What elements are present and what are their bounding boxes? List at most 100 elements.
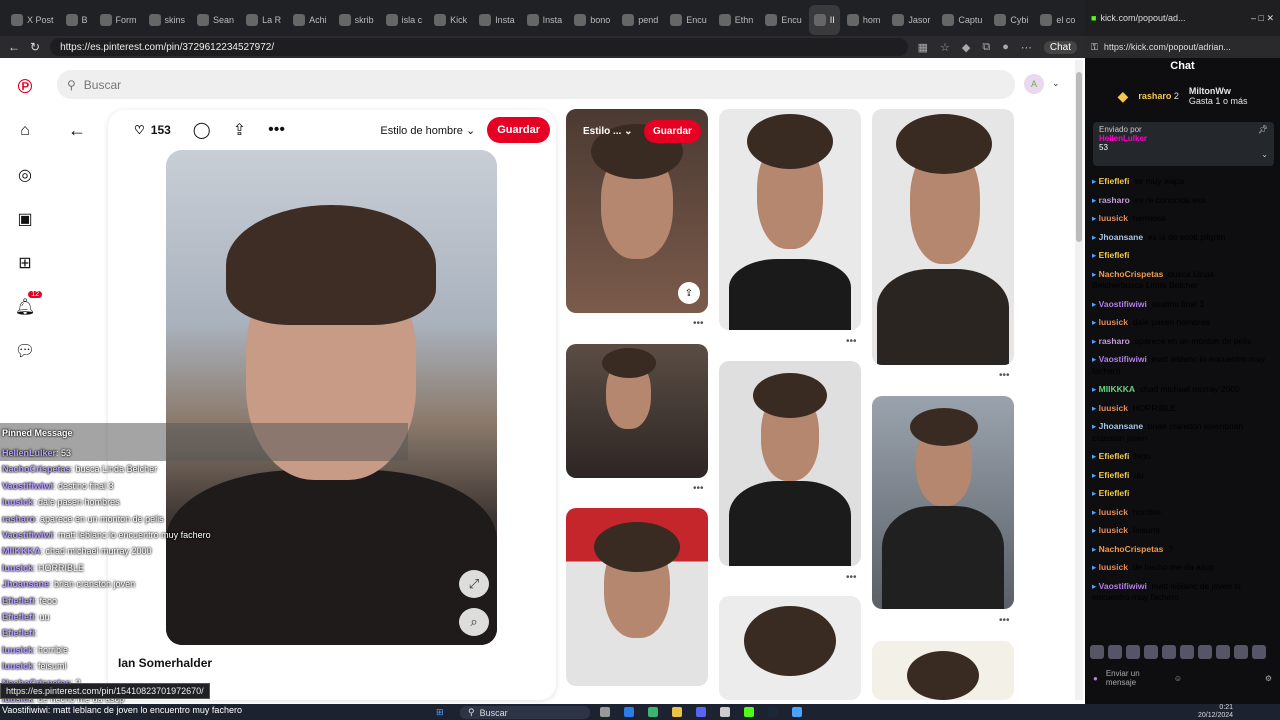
kick-window-controls[interactable]: – □ ✕ (1251, 13, 1274, 24)
chat-username[interactable]: luusick (1099, 525, 1128, 535)
browser-tab[interactable]: Sean (192, 5, 239, 35)
chat-username[interactable]: NachoCrispetas (1099, 544, 1164, 554)
edge-icon[interactable] (624, 707, 634, 717)
browser-tab[interactable]: II (808, 5, 840, 35)
emoji-icon[interactable]: ☺ (1174, 674, 1182, 683)
save-button[interactable]: Guardar (487, 117, 550, 143)
browser-tab[interactable]: hom (842, 5, 886, 35)
copilot-chat-button[interactable]: Chat (1043, 40, 1077, 54)
chat-username[interactable]: Jhoansane (1099, 232, 1143, 242)
kick-icon[interactable] (744, 707, 754, 717)
more-icon[interactable]: ••• (999, 615, 1010, 626)
explore-icon[interactable]: ◎ (14, 164, 36, 186)
browser-tab[interactable]: Encu (760, 5, 807, 35)
notifications-icon[interactable]: 🔔︎ 12 (14, 291, 42, 318)
browser-tab[interactable]: Encu (665, 5, 712, 35)
browser-tab[interactable]: X Post (6, 5, 59, 35)
mic-icon[interactable]: ● (1093, 674, 1098, 683)
taskview-icon[interactable] (600, 707, 610, 717)
chat-message[interactable]: ▸ rasharo: aparece en un monton de pelis (1092, 336, 1267, 348)
emote-icon[interactable] (1144, 645, 1158, 659)
browser-tab[interactable]: B (61, 5, 93, 35)
chat-message[interactable]: ▸ rasharo: es re conocida esa (1092, 195, 1267, 207)
emote-icon[interactable] (1126, 645, 1140, 659)
chevron-down-icon[interactable]: ⌄ (1052, 78, 1060, 89)
boards-icon[interactable]: ▣ (14, 208, 36, 230)
puzzle-icon[interactable]: ⧉ (982, 41, 990, 54)
chevron-down-icon[interactable]: ⌄ (1261, 150, 1268, 159)
kick-message-input[interactable]: ● Enviar un mensaje ☺ ⚙ (1085, 666, 1280, 690)
chrome-icon[interactable] (720, 707, 730, 717)
chat-message[interactable]: ▸ MIIKKKA: chad michael murray 2000 (1092, 384, 1267, 396)
browser-tab[interactable]: bono (569, 5, 615, 35)
reload-icon[interactable]: ↻ (30, 40, 40, 54)
leader-2[interactable]: MiltonWw Gasta 1 o más (1189, 86, 1248, 106)
chat-username[interactable]: Efieflefi (1099, 470, 1130, 480)
related-pin[interactable] (719, 109, 861, 330)
browser-tab[interactable]: Jasor (887, 5, 935, 35)
like-button[interactable]: ♡ 153 (134, 123, 171, 137)
pin-image[interactable]: ⤢ ⌕ (166, 150, 497, 645)
leader-1[interactable]: rasharo 2 (1138, 91, 1179, 101)
related-pin[interactable] (566, 344, 708, 478)
home-icon[interactable]: ⌂ (14, 120, 36, 142)
emote-icon[interactable] (1108, 645, 1122, 659)
chat-message[interactable]: ▸ Efieflefi: uu (1092, 470, 1267, 482)
more-icon[interactable]: ••• (999, 370, 1010, 381)
expand-icon[interactable]: ⤢ (459, 570, 489, 598)
chat-message[interactable]: ▸ Vaostifiwiwi: matt leblanc lo encuentr… (1092, 354, 1267, 377)
explorer-icon[interactable] (672, 707, 682, 717)
create-icon[interactable]: ⊞ (14, 252, 36, 274)
chat-username[interactable]: luusick (1099, 562, 1128, 572)
chat-message[interactable]: ▸ NachoCrispetas: busca Linda Belcherbus… (1092, 269, 1267, 292)
chat-message[interactable]: ▸ Efieflefi: (1092, 488, 1267, 500)
related-board-select[interactable]: Estilo ... ⌄ (583, 126, 633, 137)
browser-tab[interactable]: skins (144, 5, 191, 35)
emote-icon[interactable] (1180, 645, 1194, 659)
browser-tab[interactable]: Kick (429, 5, 472, 35)
related-pin[interactable] (566, 508, 708, 686)
chat-username[interactable]: Vaostifiwiwi (1099, 354, 1147, 364)
visual-search-icon[interactable]: ⌕ (459, 608, 489, 636)
chat-username[interactable]: Efieflefi (1099, 451, 1130, 461)
emote-icon[interactable] (1162, 645, 1176, 659)
chat-username[interactable]: Vaostifiwiwi (1099, 299, 1147, 309)
related-pin[interactable] (872, 396, 1014, 609)
chat-username[interactable]: luusick (1099, 403, 1128, 413)
chat-username[interactable]: MIIKKKA (1099, 384, 1135, 394)
chat-username[interactable]: Vaostifiwiwi (1099, 581, 1147, 591)
scroll-thumb[interactable] (1076, 72, 1082, 242)
browser-tab[interactable]: pend (617, 5, 663, 35)
browser-tab[interactable]: Insta (474, 5, 520, 35)
more-icon[interactable]: ••• (693, 318, 704, 329)
related-pin[interactable] (719, 361, 861, 566)
store-icon[interactable] (648, 707, 658, 717)
chat-message[interactable]: ▸ Jhoansane: brian cranston jovenbrian c… (1092, 421, 1267, 444)
browser-tab[interactable]: Form (95, 5, 142, 35)
discord-icon[interactable] (696, 707, 706, 717)
chat-message[interactable]: ▸ Efieflefi: (1092, 250, 1267, 262)
browser-tab[interactable]: La R (241, 5, 286, 35)
emote-icon[interactable] (1198, 645, 1212, 659)
avatar[interactable]: A (1024, 74, 1044, 94)
more-icon[interactable]: ••• (693, 483, 704, 494)
chat-message[interactable]: ▸ luusick: HORRIBLE (1092, 403, 1267, 415)
emote-icon[interactable] (1216, 645, 1230, 659)
related-pin[interactable] (719, 596, 861, 700)
more-icon[interactable]: ••• (846, 336, 857, 347)
related-share-icon[interactable]: ⇪ (678, 282, 700, 304)
back-icon[interactable]: ← (8, 40, 20, 54)
chat-message[interactable]: ▸ Efieflefi: feoo (1092, 451, 1267, 463)
taskbar-search[interactable]: ⚲ Buscar (460, 706, 590, 719)
browser-tab[interactable]: Captu (937, 5, 987, 35)
emote-icon[interactable] (1252, 645, 1266, 659)
page-scrollbar[interactable] (1075, 60, 1083, 700)
chat-username[interactable]: luusick (1099, 507, 1128, 517)
more-options-icon[interactable]: ••• (268, 121, 285, 139)
star-icon[interactable]: ☆ (940, 41, 950, 54)
chat-message[interactable]: ▸ luusick: de hecho me da ascp (1092, 562, 1267, 574)
share-icon[interactable]: ⇪ (233, 120, 246, 140)
chat-username[interactable]: Efieflefi (1099, 176, 1130, 186)
profile-icon[interactable]: ● (1002, 41, 1009, 53)
chat-username[interactable]: Efieflefi (1099, 250, 1130, 260)
